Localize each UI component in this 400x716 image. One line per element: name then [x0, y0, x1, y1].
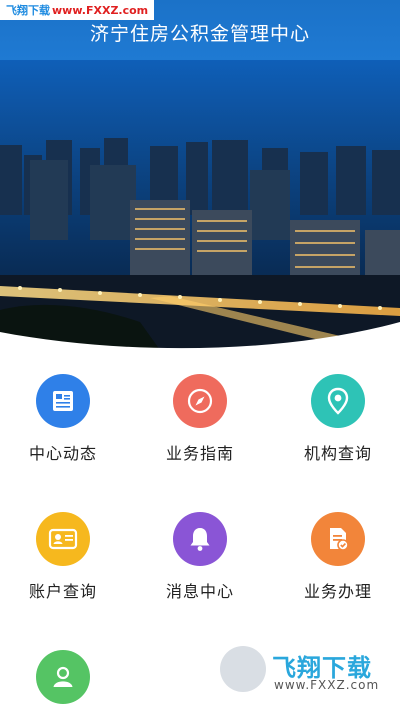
- watermark-logo-icon: [220, 646, 266, 692]
- bell-icon: [173, 512, 227, 566]
- menu-item-label: 账户查询: [28, 582, 97, 601]
- menu-item-label: 业务指南: [165, 444, 234, 463]
- id-card-icon: [36, 512, 90, 566]
- site-watermark-top: 飞翔下载 www.FXXZ.com: [0, 0, 155, 20]
- compass-icon: [173, 374, 227, 428]
- location-pin-icon: [311, 374, 365, 428]
- menu-item-business-handling[interactable]: 业务办理: [283, 512, 393, 602]
- watermark-text-cn: 飞翔下载: [6, 4, 50, 17]
- menu-item-institution-query[interactable]: 机构查询: [283, 374, 393, 464]
- news-icon: [36, 374, 90, 428]
- menu-item-label: 消息中心: [165, 582, 234, 601]
- menu-item-label: 机构查询: [303, 444, 372, 463]
- menu-item-account-query[interactable]: 账户查询: [8, 512, 118, 602]
- app-header: 飞翔下载 www.FXXZ.com 济宁住房公积金管理中心: [0, 0, 400, 62]
- menu-item-message-center[interactable]: 消息中心: [145, 512, 255, 602]
- menu-item-business-guide[interactable]: 业务指南: [145, 374, 255, 464]
- menu-item-label: 中心动态: [28, 444, 97, 463]
- document-edit-icon: [311, 512, 365, 566]
- site-watermark-bottom: 飞翔下载 www.FXXZ.com: [216, 642, 390, 698]
- menu-item-center-news[interactable]: 中心动态: [8, 374, 118, 464]
- user-icon: [36, 650, 90, 704]
- watermark-text-url: www.FXXZ.com: [52, 3, 149, 17]
- city-night-banner: [0, 60, 400, 350]
- page-title: 济宁住房公积金管理中心: [89, 23, 310, 45]
- menu-item-personal[interactable]: [8, 650, 118, 716]
- watermark-url-text: www.FXXZ.com: [274, 678, 380, 692]
- menu-item-label: 业务办理: [303, 582, 372, 601]
